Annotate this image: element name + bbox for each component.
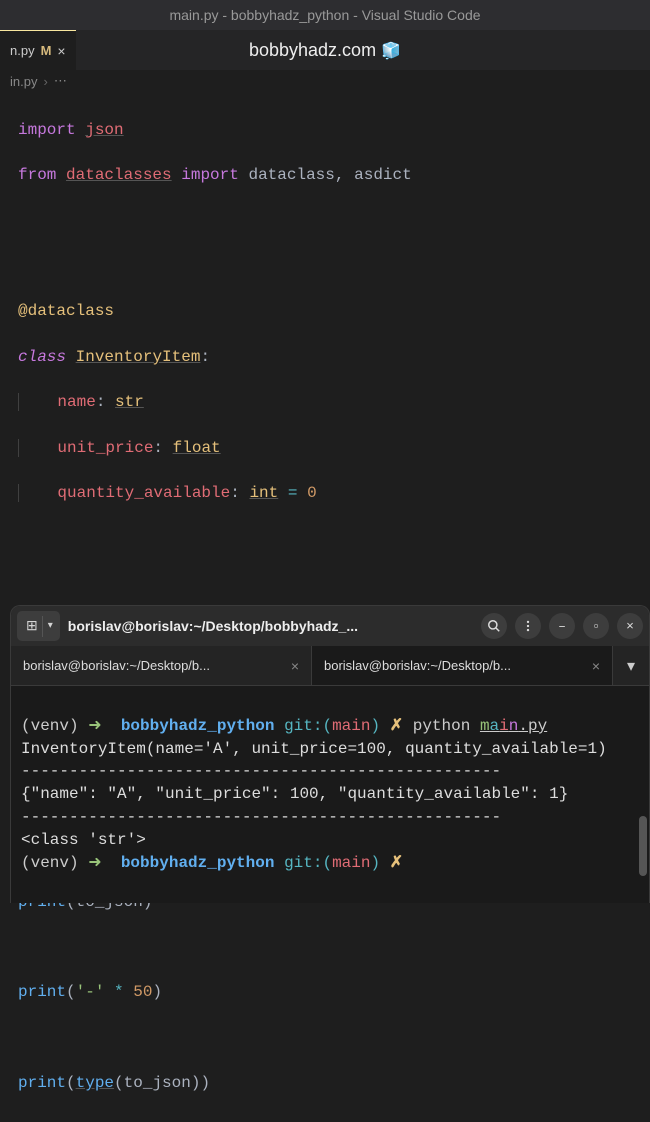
terminal-output[interactable]: (venv) ➜ bobbyhadz_python git:(main) ✗ p…: [11, 686, 649, 903]
terminal-window-controls: ‒ ▫ ×: [549, 613, 643, 639]
watermark: bobbyhadz.com 🧊: [249, 40, 401, 61]
terminal-tab-label: borislav@borislav:~/Desktop/b...: [324, 658, 511, 673]
chevron-right-icon: ›: [43, 74, 47, 89]
tab-filename: n.py: [10, 43, 35, 58]
maximize-button[interactable]: ▫: [583, 613, 609, 639]
breadcrumb[interactable]: in.py › ⋯: [0, 70, 650, 92]
terminal-tab-label: borislav@borislav:~/Desktop/b...: [23, 658, 210, 673]
terminal-tab-2[interactable]: borislav@borislav:~/Desktop/b... ×: [312, 646, 613, 685]
chevron-down-icon: ▾: [627, 656, 635, 676]
minimize-button[interactable]: ‒: [549, 613, 575, 639]
terminal-title-bar: ⊞ ▾ borislav@borislav:~/Desktop/bobbyhad…: [11, 606, 649, 646]
terminal-window: ⊞ ▾ borislav@borislav:~/Desktop/bobbyhad…: [10, 605, 650, 903]
editor-tab-main[interactable]: n.py M ×: [0, 30, 76, 70]
window-title-bar: main.py - bobbyhadz_python - Visual Stud…: [0, 0, 650, 30]
terminal-tab-1[interactable]: borislav@borislav:~/Desktop/b... ×: [11, 646, 312, 685]
terminal-tab-bar: borislav@borislav:~/Desktop/b... × boris…: [11, 646, 649, 686]
chevron-down-icon: ▾: [46, 620, 55, 632]
cube-icon: 🧊: [381, 43, 401, 60]
editor-tab-bar: n.py M × bobbyhadz.com 🧊: [0, 30, 650, 70]
terminal-title: borislav@borislav:~/Desktop/bobbyhadz_..…: [68, 618, 473, 634]
close-button[interactable]: ×: [617, 613, 643, 639]
close-icon[interactable]: ×: [291, 658, 299, 674]
close-icon[interactable]: ×: [57, 43, 65, 59]
terminal-tab-dropdown[interactable]: ▾: [613, 646, 649, 685]
terminal-plus-icon: ⊞: [22, 616, 43, 637]
window-title: main.py - bobbyhadz_python - Visual Stud…: [169, 7, 480, 23]
breadcrumb-file: in.py: [10, 74, 37, 89]
close-icon[interactable]: ×: [592, 658, 600, 674]
tab-modified-badge: M: [41, 43, 52, 58]
terminal-new-tab-button[interactable]: ⊞ ▾: [17, 611, 60, 641]
menu-icon[interactable]: [515, 613, 541, 639]
search-icon[interactable]: [481, 613, 507, 639]
scrollbar[interactable]: [639, 816, 647, 876]
breadcrumb-dots: ⋯: [54, 73, 67, 89]
